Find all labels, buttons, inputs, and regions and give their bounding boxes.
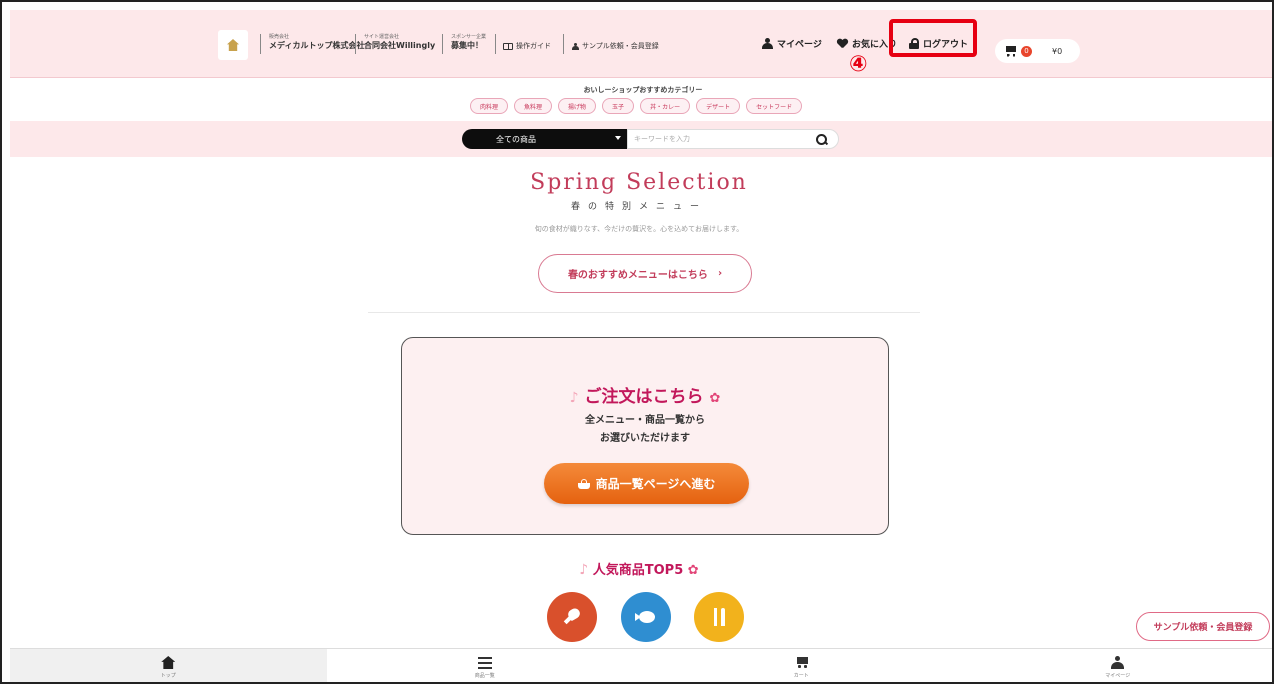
spring-menu-button-label: 春のおすすめメニューはこちら <box>567 270 708 281</box>
category-pill-set-food[interactable]: セットフード <box>746 98 803 114</box>
popular-heading: ♪ 人気商品TOP5 ✿ <box>2 559 1272 578</box>
step-number-label: ④ <box>849 52 868 77</box>
bottom-nav-mypage[interactable]: マイページ <box>959 649 1272 682</box>
bottom-nav-products[interactable]: 商品一覧 <box>326 649 643 682</box>
guide-link-label: 操作ガイド <box>516 42 551 50</box>
header-separator <box>260 34 261 54</box>
cart-summary[interactable]: 0 ¥0 <box>995 39 1080 63</box>
category-pill-rice-curry[interactable]: 丼・カレー <box>640 98 691 114</box>
category-pill-fried[interactable]: 揚げ物 <box>558 98 597 114</box>
header-separator <box>442 34 443 54</box>
fish-icon <box>635 611 657 623</box>
sales-company-caption: 販売会社 <box>269 34 290 40</box>
bottom-nav-label: トップ <box>160 673 176 679</box>
operator-company-name: 合同会社Willingly <box>364 41 436 50</box>
popular-heading-text: 人気商品TOP5 <box>592 563 684 578</box>
guide-link[interactable]: 操作ガイド <box>503 41 551 51</box>
search-bar: 全ての商品 <box>10 121 1272 157</box>
music-note-icon: ♪ <box>579 562 589 578</box>
order-title-text: ご注文はこちら <box>584 387 704 407</box>
music-note-icon: ♪ <box>569 390 579 406</box>
home-icon <box>161 656 176 669</box>
book-icon <box>503 42 513 50</box>
sponsor-notice[interactable]: スポンサー企業 募集中！ <box>451 35 486 50</box>
header-separator <box>563 34 564 54</box>
person-icon <box>572 42 579 50</box>
mypage-label: マイページ <box>777 40 822 50</box>
operator-company: サイト運営会社 合同会社Willingly <box>364 35 435 50</box>
header-separator <box>495 34 496 54</box>
order-description-line2: お選びいただけます <box>600 433 690 444</box>
category-pills: 肉料理 魚料理 揚げ物 玉子 丼・カレー デザート セットフード <box>470 98 803 114</box>
basket-icon <box>577 478 590 489</box>
logout-highlight-box <box>889 19 977 57</box>
bottom-nav-top[interactable]: トップ <box>10 649 327 682</box>
chevron-right-icon: › <box>717 268 723 279</box>
category-pill-meat[interactable]: 肉料理 <box>470 98 509 114</box>
sponsor-caption: スポンサー企業 <box>451 34 487 40</box>
popular-item-meat[interactable] <box>547 592 597 642</box>
cart-price: ¥0 <box>1052 46 1063 56</box>
popular-item-fish[interactable] <box>621 592 671 642</box>
mypage-link[interactable]: マイページ <box>762 37 822 50</box>
category-pill-dessert[interactable]: デザート <box>696 98 741 114</box>
logo-house-icon <box>227 39 239 51</box>
bottom-nav: トップ 商品一覧 カート マイページ <box>10 648 1272 682</box>
sample-request-button[interactable]: サンプル依頼・会員登録 <box>1136 612 1270 641</box>
sales-company-name: メディカルトップ株式会社 <box>269 41 365 50</box>
cart-icon <box>795 656 808 669</box>
search-icon[interactable] <box>816 134 828 146</box>
search-input[interactable] <box>627 129 839 149</box>
cart-count-badge: 0 <box>1021 45 1032 57</box>
popular-item-food[interactable] <box>694 592 744 642</box>
person-icon <box>762 38 773 49</box>
heart-icon <box>837 39 848 49</box>
order-description: 全メニュー・商品一覧から お選びいただけます <box>402 412 888 448</box>
spring-menu-button[interactable]: 春のおすすめメニューはこちら › <box>538 254 752 293</box>
operator-company-caption: サイト運営会社 <box>364 34 400 40</box>
category-pill-fish[interactable]: 魚料理 <box>514 98 553 114</box>
sample-request-link-label: サンプル依頼・会員登録 <box>582 42 659 50</box>
spring-description: 旬の食材が織りなす、今だけの贅沢を。心を込めてお届けします。 <box>534 225 744 233</box>
person-icon <box>1111 656 1125 669</box>
order-title: ♪ ご注文はこちら ✿ <box>402 382 888 407</box>
search-scope-select[interactable]: 全ての商品 <box>462 129 627 149</box>
bottom-nav-label: カート <box>793 673 809 679</box>
order-card: ♪ ご注文はこちら ✿ 全メニュー・商品一覧から お選びいただけます 商品一覧ペ… <box>401 337 889 535</box>
category-title: おいしーショップおすすめカテゴリー <box>583 86 703 94</box>
cutlery-icon <box>711 608 727 626</box>
flower-icon: ✿ <box>687 563 699 578</box>
sponsor-text: 募集中！ <box>451 41 483 50</box>
site-logo[interactable] <box>218 30 248 60</box>
section-divider <box>368 312 920 313</box>
category-pill-egg[interactable]: 玉子 <box>602 98 635 114</box>
sales-company: 販売会社 メディカルトップ株式会社 <box>269 35 364 50</box>
flower-icon: ✿ <box>709 391 721 406</box>
bottom-nav-label: マイページ <box>1105 673 1131 679</box>
bottom-nav-label: 商品一覧 <box>474 672 495 679</box>
product-list-button-label: 商品一覧ページへ進む <box>595 477 716 491</box>
sample-request-link[interactable]: サンプル依頼・会員登録 <box>572 41 659 51</box>
category-bar: おいしーショップおすすめカテゴリー 肉料理 魚料理 揚げ物 玉子 丼・カレー デ… <box>10 79 1272 121</box>
favorites-link[interactable]: お気に入り <box>837 37 897 50</box>
spring-title: Spring Selection <box>530 170 748 195</box>
header-separator <box>355 34 356 54</box>
page-frame: 販売会社 メディカルトップ株式会社 サイト運営会社 合同会社Willingly … <box>0 0 1274 684</box>
meat-icon <box>563 608 581 626</box>
list-icon <box>477 656 492 669</box>
spring-subtitle: 春の特別メニュー <box>570 202 707 212</box>
bottom-nav-cart[interactable]: カート <box>643 649 960 682</box>
product-list-button[interactable]: 商品一覧ページへ進む <box>544 463 749 504</box>
cart-icon <box>1004 45 1017 57</box>
order-description-line1: 全メニュー・商品一覧から <box>585 415 705 426</box>
caret-down-icon <box>615 136 621 140</box>
site-header: 販売会社 メディカルトップ株式会社 サイト運営会社 合同会社Willingly … <box>10 10 1272 78</box>
search-scope-value: 全ての商品 <box>496 134 536 144</box>
